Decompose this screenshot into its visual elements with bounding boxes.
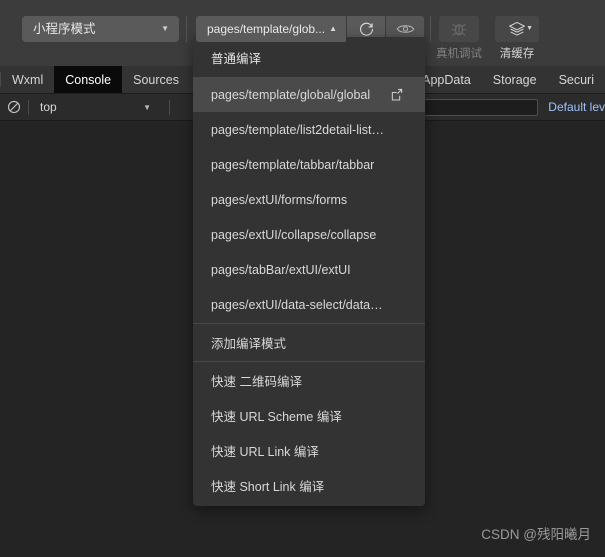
real-device-debug-button[interactable]: [439, 16, 479, 42]
menu-item-add-compile-mode[interactable]: 添加编译模式: [193, 325, 425, 360]
mode-select-label: 小程序模式: [33, 22, 96, 36]
clear-cache-label: 清缓存: [499, 48, 535, 60]
edit-icon[interactable]: [390, 87, 405, 102]
menu-item-page-collapse[interactable]: pages/extUI/collapse/collapse: [193, 217, 425, 252]
menu-item-normal-compile[interactable]: 普通编译: [193, 37, 425, 77]
chevron-down-icon: ▼: [143, 102, 151, 112]
menu-item-label: pages/template/tabbar/tabbar: [211, 157, 375, 172]
menu-item-page-tabbar[interactable]: pages/template/tabbar/tabbar: [193, 147, 425, 182]
layers-icon: [509, 21, 525, 36]
chevron-down-icon: ▼: [161, 24, 169, 33]
clear-cache-button[interactable]: ▼: [495, 16, 539, 42]
no-entry-icon: [7, 100, 21, 114]
tab-sources[interactable]: Sources: [122, 66, 190, 93]
compile-mode-button[interactable]: pages/template/glob... ▲: [196, 16, 346, 42]
bug-icon: [451, 24, 467, 36]
tab-security[interactable]: Securi: [548, 66, 605, 93]
refresh-icon: [359, 22, 373, 36]
toolbar-divider-2: [430, 16, 431, 42]
compile-mode-label: pages/template/glob...: [207, 22, 326, 36]
menu-item-page-forms[interactable]: pages/extUI/forms/forms: [193, 182, 425, 217]
console-level-select[interactable]: Default lev: [548, 100, 605, 114]
chevron-down-icon: ▼: [526, 25, 533, 32]
menu-divider-2: [193, 361, 425, 362]
menu-item-label: pages/extUI/data-select/data-select: [211, 297, 386, 312]
console-context-select[interactable]: top ▼: [29, 94, 169, 120]
menu-item-label: pages/template/list2detail-list/list2de.…: [211, 122, 386, 137]
filter-divider-2: [169, 99, 170, 115]
real-device-debug-group[interactable]: 真机调试: [432, 16, 486, 61]
menu-item-label: 快速 二维码编译: [211, 375, 302, 389]
clear-console-button[interactable]: [0, 100, 28, 114]
menu-item-label: pages/template/global/global: [211, 87, 371, 102]
menu-item-page-global[interactable]: pages/template/global/global: [193, 77, 425, 112]
toolbar-divider-1: [186, 16, 187, 42]
menu-item-quick-qrcode[interactable]: 快速 二维码编译: [193, 363, 425, 398]
menu-item-label: pages/extUI/forms/forms: [211, 192, 348, 207]
menu-item-page-list2detail[interactable]: pages/template/list2detail-list/list2de.…: [193, 112, 425, 147]
menu-item-quick-url-link[interactable]: 快速 URL Link 编译: [193, 433, 425, 468]
menu-item-label: pages/tabBar/extUI/extUI: [211, 262, 351, 277]
menu-item-quick-short-link[interactable]: 快速 Short Link 编译: [193, 468, 425, 503]
console-context-label: top: [40, 100, 57, 114]
watermark: CSDN @残阳曦月: [481, 527, 591, 542]
tab-console[interactable]: Console: [54, 66, 123, 93]
menu-item-page-data-select[interactable]: pages/extUI/data-select/data-select: [193, 287, 425, 322]
menu-item-quick-url-scheme[interactable]: 快速 URL Scheme 编译: [193, 398, 425, 433]
menu-item-label: 添加编译模式: [211, 337, 287, 351]
eye-icon: [396, 25, 414, 33]
menu-item-label: pages/extUI/collapse/collapse: [211, 227, 377, 242]
menu-item-label: 普通编译: [211, 51, 262, 66]
clear-cache-group[interactable]: ▼ 清缓存: [490, 16, 544, 61]
menu-item-page-extui[interactable]: pages/tabBar/extUI/extUI: [193, 252, 425, 287]
menu-item-label: 快速 URL Link 编译: [211, 445, 319, 459]
tab-storage[interactable]: Storage: [482, 66, 548, 93]
menu-item-label: 快速 URL Scheme 编译: [211, 410, 342, 424]
menu-item-label: 快速 Short Link 编译: [211, 480, 325, 494]
mode-select[interactable]: 小程序模式 ▼: [22, 16, 179, 42]
compile-mode-menu: 普通编译 pages/template/global/global pages/…: [193, 37, 425, 506]
menu-divider-1: [193, 323, 425, 324]
chevron-up-icon: ▲: [329, 24, 337, 33]
tab-wxml[interactable]: Wxml: [1, 66, 54, 93]
real-device-debug-label: 真机调试: [436, 48, 482, 60]
